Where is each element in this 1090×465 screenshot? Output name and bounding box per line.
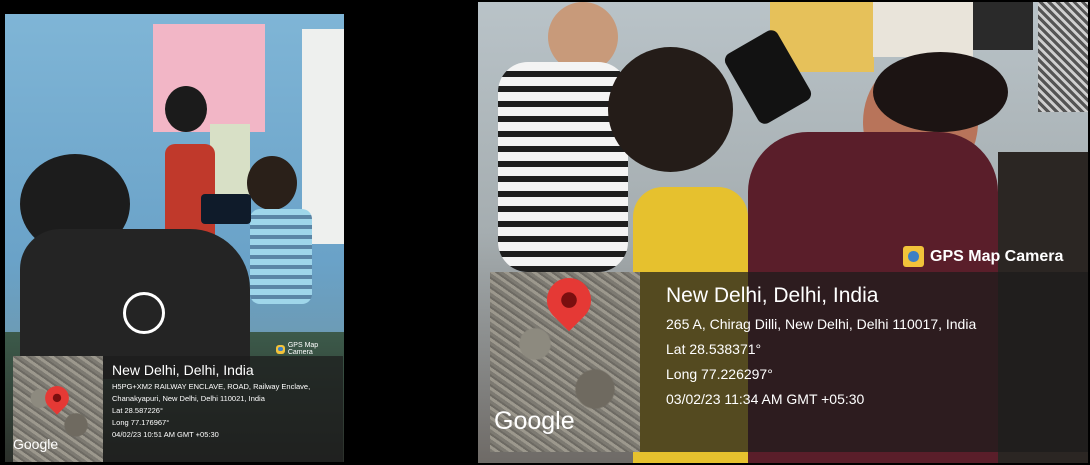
- phone-device: [201, 194, 251, 224]
- striped-sleeve: [1038, 2, 1088, 112]
- child-head-hair: [608, 47, 733, 172]
- badge-label: GPS Map Camera: [287, 342, 319, 356]
- location-title: New Delhi, Delhi, India: [666, 284, 879, 307]
- latitude-text: Lat 28.587226°: [112, 406, 163, 415]
- map-thumbnail: Google: [13, 356, 103, 462]
- google-logo: Google: [494, 407, 575, 435]
- gps-overlay-right: Google New Delhi, Delhi, India 265 A, Ch…: [490, 268, 1088, 452]
- latitude-text: Lat 28.538371°: [666, 341, 762, 357]
- location-title: New Delhi, Delhi, India: [112, 362, 254, 378]
- photo-left: GPS Map Camera Google New Delhi, Delhi, …: [5, 14, 344, 462]
- child-head: [247, 156, 297, 210]
- jacket-logo: [123, 292, 165, 334]
- longitude-text: Long 77.226297°: [666, 366, 773, 382]
- photo-right: GPS Map Camera Google New Delhi, Delhi, …: [478, 2, 1088, 463]
- address-text: 265 A, Chirag Dilli, New Delhi, Delhi 11…: [666, 316, 977, 332]
- child-head: [165, 86, 207, 132]
- longitude-text: Long 77.176967°: [112, 418, 170, 427]
- blackboard: [973, 2, 1033, 50]
- child-body-striped: [498, 62, 628, 272]
- child-body-striped: [250, 209, 312, 304]
- camera-icon: [903, 246, 924, 267]
- gps-overlay-left: Google New Delhi, Delhi, India H5PG+XM2 …: [13, 356, 343, 462]
- gps-map-camera-badge: GPS Map Camera: [276, 342, 344, 356]
- wall-paper: [210, 124, 250, 204]
- timestamp-text: 03/02/23 11:34 AM GMT +05:30: [666, 391, 865, 407]
- map-thumbnail: Google: [490, 268, 640, 452]
- person-hair: [873, 52, 1008, 132]
- wall-paper: [873, 2, 973, 57]
- timestamp-text: 04/02/23 10:51 AM GMT +05:30: [112, 430, 219, 439]
- google-logo: Google: [13, 436, 59, 452]
- gps-map-camera-badge: GPS Map Camera: [903, 246, 1063, 267]
- camera-icon: [276, 344, 285, 354]
- address-text: H5PG+XM2 RAILWAY ENCLAVE, ROAD, Railway …: [112, 382, 311, 403]
- badge-label: GPS Map Camera: [930, 247, 1064, 265]
